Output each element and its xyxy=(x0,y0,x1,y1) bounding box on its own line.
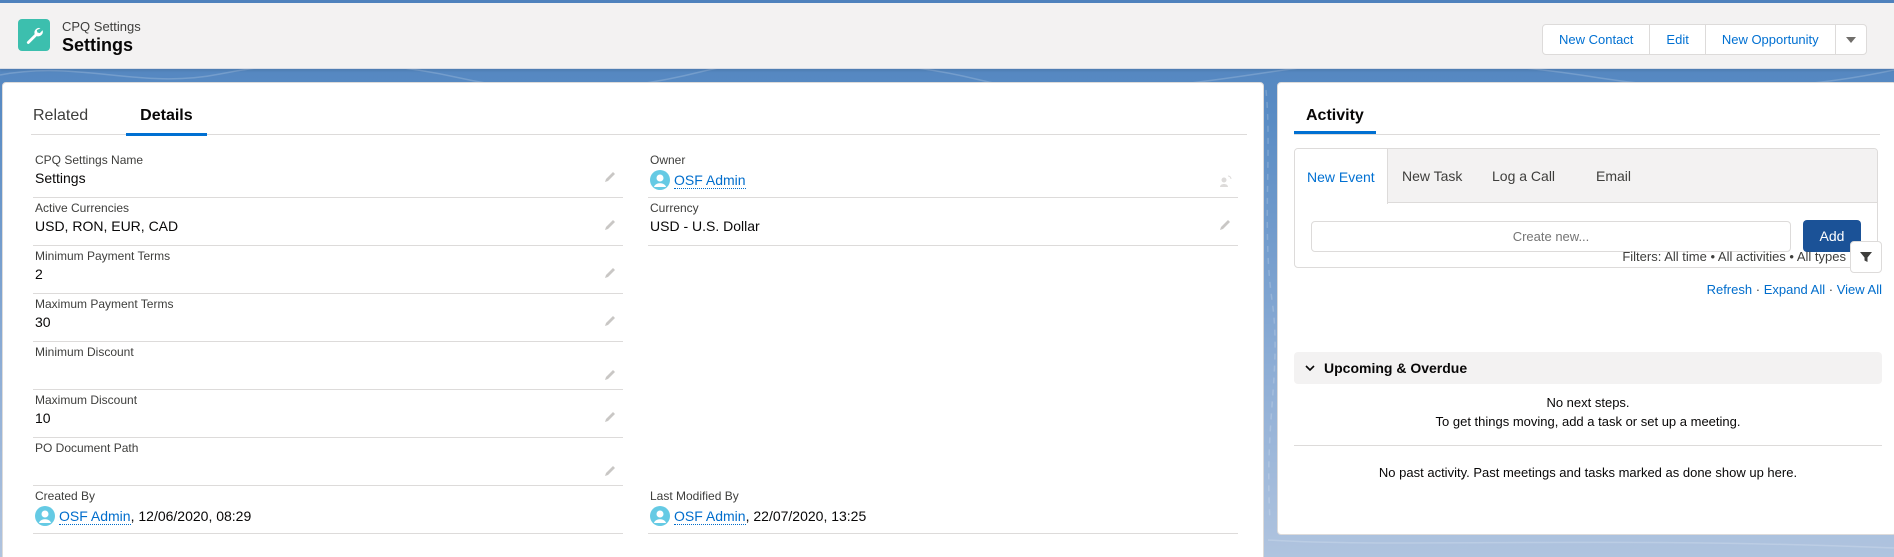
tab-log-a-call[interactable]: Log a Call xyxy=(1492,149,1555,203)
user-avatar-icon xyxy=(650,170,670,190)
object-type-label: CPQ Settings xyxy=(62,19,141,34)
filter-icon xyxy=(1860,252,1872,262)
separator: · xyxy=(1755,282,1764,297)
activity-panel: Activity New Event New Task Log a Call E… xyxy=(1277,82,1894,535)
record-header: CPQ Settings Settings New Contact Edit N… xyxy=(0,3,1894,69)
field-label: PO Document Path xyxy=(35,441,139,455)
field-maximum-payment-terms: Maximum Payment Terms 30 xyxy=(33,294,623,342)
header-actions: New Contact Edit New Opportunity xyxy=(1542,24,1867,55)
more-actions-button[interactable] xyxy=(1836,25,1866,54)
field-value: OSF Admin xyxy=(650,170,746,190)
field-po-document-path: PO Document Path xyxy=(33,438,623,486)
field-value: 10 xyxy=(35,410,51,426)
view-all-link[interactable]: View All xyxy=(1837,282,1882,297)
chevron-down-icon xyxy=(1845,36,1856,43)
last-modified-date: , 22/07/2020, 13:25 xyxy=(745,508,867,524)
details-panel: Related Details CPQ Settings Name Settin… xyxy=(2,82,1264,557)
activity-links: Refresh · Expand All · View All xyxy=(1707,282,1882,297)
field-label: Minimum Discount xyxy=(35,345,134,359)
wrench-icon xyxy=(18,19,50,51)
field-created-by: Created By OSF Admin , 12/06/2020, 08:29 xyxy=(33,486,623,534)
field-value: Settings xyxy=(35,170,86,186)
no-past-activity: No past activity. Past meetings and task… xyxy=(1378,465,1798,480)
section-title: Upcoming & Overdue xyxy=(1324,360,1468,376)
pencil-icon[interactable] xyxy=(603,170,617,184)
field-value: OSF Admin , 12/06/2020, 08:29 xyxy=(35,506,251,526)
field-label: Created By xyxy=(35,489,96,503)
field-currency: Currency USD - U.S. Dollar xyxy=(648,198,1238,246)
pencil-icon[interactable] xyxy=(603,218,617,232)
divider xyxy=(1294,445,1882,446)
edit-button[interactable]: Edit xyxy=(1650,25,1706,54)
field-last-modified-by: Last Modified By OSF Admin , 22/07/2020,… xyxy=(648,486,1238,534)
composer-tabs: New Event New Task Log a Call Email xyxy=(1295,149,1877,204)
field-active-currencies: Active Currencies USD, RON, EUR, CAD xyxy=(33,198,623,246)
new-contact-button[interactable]: New Contact xyxy=(1543,25,1651,54)
field-value: USD, RON, EUR, CAD xyxy=(35,218,179,234)
pencil-icon[interactable] xyxy=(1218,218,1232,232)
field-label: Minimum Payment Terms xyxy=(35,249,171,263)
record-title: Settings xyxy=(62,35,134,55)
field-minimum-payment-terms: Minimum Payment Terms 2 xyxy=(33,246,623,294)
owner-link[interactable]: OSF Admin xyxy=(674,172,746,189)
field-value: USD - U.S. Dollar xyxy=(650,218,760,234)
record-tabs: Related Details xyxy=(31,101,1247,136)
field-label: Owner xyxy=(650,153,686,167)
field-minimum-discount: Minimum Discount xyxy=(33,342,623,390)
created-by-user-link[interactable]: OSF Admin xyxy=(59,508,131,525)
tab-email[interactable]: Email xyxy=(1596,149,1631,203)
field-label: Maximum Discount xyxy=(35,393,138,407)
field-label: Maximum Payment Terms xyxy=(35,297,174,311)
refresh-link[interactable]: Refresh xyxy=(1707,282,1753,297)
pencil-icon[interactable] xyxy=(603,266,617,280)
field-cpq-settings-name: CPQ Settings Name Settings xyxy=(33,150,623,198)
filter-button[interactable] xyxy=(1850,241,1882,273)
field-label: Last Modified By xyxy=(650,489,739,503)
no-next-steps-hint: To get things moving, add a task or set … xyxy=(1435,414,1741,429)
field-owner: Owner OSF Admin xyxy=(648,150,1238,198)
upcoming-overdue-section[interactable]: Upcoming & Overdue xyxy=(1294,352,1882,384)
field-maximum-discount: Maximum Discount 10 xyxy=(33,390,623,438)
last-modified-by-user-link[interactable]: OSF Admin xyxy=(674,508,746,525)
created-date: , 12/06/2020, 08:29 xyxy=(130,508,252,524)
tab-details[interactable]: Details xyxy=(126,101,208,136)
pencil-icon[interactable] xyxy=(603,464,617,478)
tab-activity[interactable]: Activity xyxy=(1294,107,1376,134)
field-label: Active Currencies xyxy=(35,201,130,215)
pencil-icon[interactable] xyxy=(603,368,617,382)
no-next-steps: No next steps. xyxy=(1546,395,1630,410)
filters-summary: Filters: All time • All activities • All… xyxy=(1622,249,1846,264)
field-value: 30 xyxy=(35,314,51,330)
tab-new-task[interactable]: New Task xyxy=(1402,149,1462,203)
activity-tabs: Activity xyxy=(1294,101,1880,135)
new-opportunity-button[interactable]: New Opportunity xyxy=(1706,25,1836,54)
tab-related[interactable]: Related xyxy=(31,101,90,135)
create-new-input[interactable] xyxy=(1311,221,1791,252)
pencil-icon[interactable] xyxy=(603,314,617,328)
user-avatar-icon xyxy=(650,506,670,526)
field-label: Currency xyxy=(650,201,699,215)
tab-new-event[interactable]: New Event xyxy=(1295,149,1388,204)
expand-all-link[interactable]: Expand All xyxy=(1764,282,1825,297)
field-value: 2 xyxy=(35,266,43,282)
field-value: OSF Admin , 22/07/2020, 13:25 xyxy=(650,506,866,526)
change-owner-icon[interactable] xyxy=(1218,174,1232,188)
pencil-icon[interactable] xyxy=(603,410,617,424)
field-label: CPQ Settings Name xyxy=(35,153,144,167)
separator: · xyxy=(1828,282,1837,297)
user-avatar-icon xyxy=(35,506,55,526)
chevron-down-icon xyxy=(1305,365,1315,372)
